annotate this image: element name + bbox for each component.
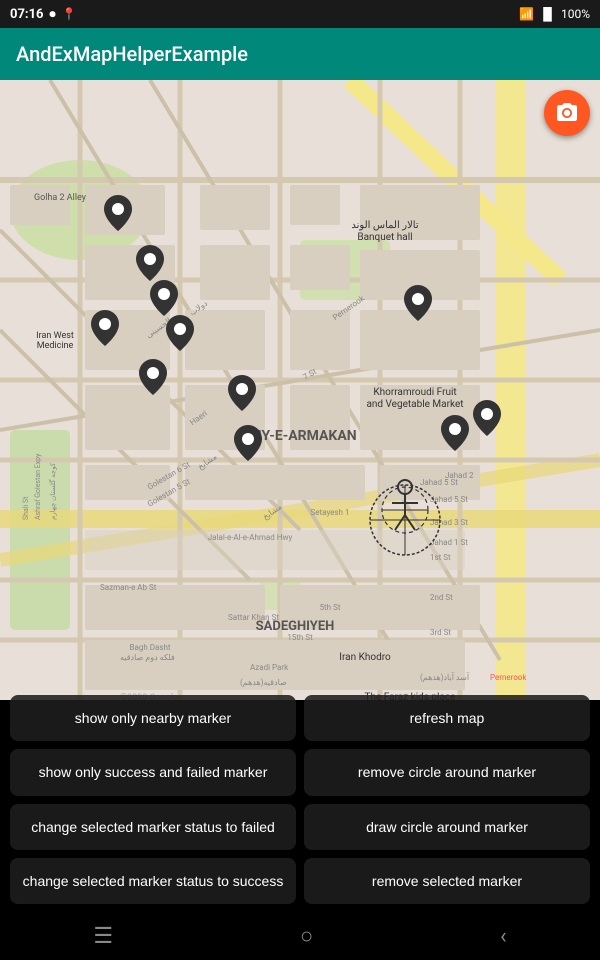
app-bar: AndExMapHelperExample (0, 28, 600, 80)
marker-4[interactable] (166, 315, 194, 351)
svg-text:کوچه گلستان چهارم: کوچه گلستان چهارم (48, 462, 57, 520)
action-buttons-area: show only nearby marker refresh map show… (0, 687, 600, 912)
refresh-map-button[interactable]: refresh map (304, 695, 590, 741)
svg-text:Banquet hall: Banquet hall (357, 232, 412, 243)
svg-text:Iran Khodro: Iran Khodro (339, 652, 391, 663)
svg-text:Jahad 3 St: Jahad 3 St (430, 518, 468, 527)
svg-text:Ashraf Golestan Expy: Ashraf Golestan Expy (34, 453, 42, 520)
status-bar-left: 07:16 ⏺ 📍 (10, 7, 76, 22)
svg-text:5th St: 5th St (320, 603, 341, 612)
map-background: KUY-E-ARMAKAN SADEGHIYEH Khorramroudi Fr… (0, 80, 600, 700)
fab-camera-button[interactable] (544, 90, 590, 136)
svg-text:15th St: 15th St (287, 633, 313, 642)
time-display: 07:16 (10, 7, 44, 22)
svg-text:Jalal-e-Al-e-Ahmad Hwy: Jalal-e-Al-e-Ahmad Hwy (208, 533, 293, 542)
svg-text:Iran West: Iran West (36, 331, 74, 341)
status-failed-button[interactable]: change selected marker status to failed (10, 804, 296, 850)
signal-icon: ▐▌ (539, 7, 556, 21)
nav-bar: ☰ ○ ‹ (0, 912, 600, 960)
svg-text:3rd St: 3rd St (430, 628, 451, 637)
nav-menu-icon[interactable]: ☰ (93, 924, 113, 949)
svg-text:صادقیه(هدهم): صادقیه(هدهم) (240, 678, 287, 687)
svg-text:Setayesh 1: Setayesh 1 (311, 508, 350, 517)
svg-text:Azadi Park: Azadi Park (250, 663, 289, 672)
nav-back-icon[interactable]: ‹ (500, 924, 507, 949)
marker-10[interactable] (441, 415, 469, 451)
recording-icon: ⏺ (50, 7, 56, 22)
marker-2[interactable] (136, 245, 164, 281)
remove-marker-button[interactable]: remove selected marker (304, 858, 590, 904)
svg-text:2nd St: 2nd St (430, 593, 453, 602)
svg-text:1st St: 1st St (430, 553, 451, 562)
status-success-button[interactable]: change selected marker status to success (10, 858, 296, 904)
app-title: AndExMapHelperExample (16, 42, 248, 66)
marker-8[interactable] (234, 425, 262, 461)
camera-icon (555, 101, 579, 125)
person-location-icon (378, 475, 432, 545)
svg-text:Sattar Khan St: Sattar Khan St (228, 613, 279, 622)
remove-circle-button[interactable]: remove circle around marker (304, 749, 590, 795)
svg-text:آسد آباد(هدهم): آسد آباد(هدهم) (420, 672, 470, 682)
svg-text:Jahad 2: Jahad 2 (445, 471, 474, 480)
svg-text:Medicine: Medicine (37, 341, 74, 351)
status-bar-right: 📶 ▐▌ 100% (519, 7, 590, 21)
svg-text:Shali St: Shali St (22, 496, 30, 520)
marker-6[interactable] (139, 359, 167, 395)
map-container[interactable]: KUY-E-ARMAKAN SADEGHIYEH Khorramroudi Fr… (0, 80, 600, 700)
marker-1[interactable] (104, 195, 132, 231)
location-icon: 📍 (62, 7, 77, 21)
marker-7[interactable] (228, 375, 256, 411)
svg-text:Sazman-e Ab St: Sazman-e Ab St (100, 583, 157, 592)
battery-display: 100% (561, 7, 590, 21)
svg-text:Bagh Dasht: Bagh Dasht (130, 643, 171, 652)
marker-11[interactable] (473, 400, 501, 436)
svg-text:and Vegetable Market: and Vegetable Market (366, 399, 463, 410)
svg-text:فلکه دوم صادقیه: فلکه دوم صادقیه (120, 653, 175, 662)
marker-5[interactable] (91, 310, 119, 346)
svg-text:Jahad 1 St: Jahad 1 St (430, 538, 468, 547)
nav-home-icon[interactable]: ○ (300, 923, 313, 949)
marker-9[interactable] (404, 285, 432, 321)
show-success-failed-button[interactable]: show only success and failed marker (10, 749, 296, 795)
draw-circle-button[interactable]: draw circle around marker (304, 804, 590, 850)
status-bar: 07:16 ⏺ 📍 📶 ▐▌ 100% (0, 0, 600, 28)
show-nearby-marker-button[interactable]: show only nearby marker (10, 695, 296, 741)
marker-3[interactable] (150, 280, 178, 316)
svg-text:Pernerook: Pernerook (490, 673, 527, 682)
svg-text:تالار الماس الوند: تالار الماس الوند (351, 220, 418, 231)
svg-text:Khorramroudi Fruit: Khorramroudi Fruit (373, 387, 456, 398)
wifi-icon: 📶 (519, 7, 534, 21)
svg-text:Golha 2 Alley: Golha 2 Alley (34, 193, 87, 203)
